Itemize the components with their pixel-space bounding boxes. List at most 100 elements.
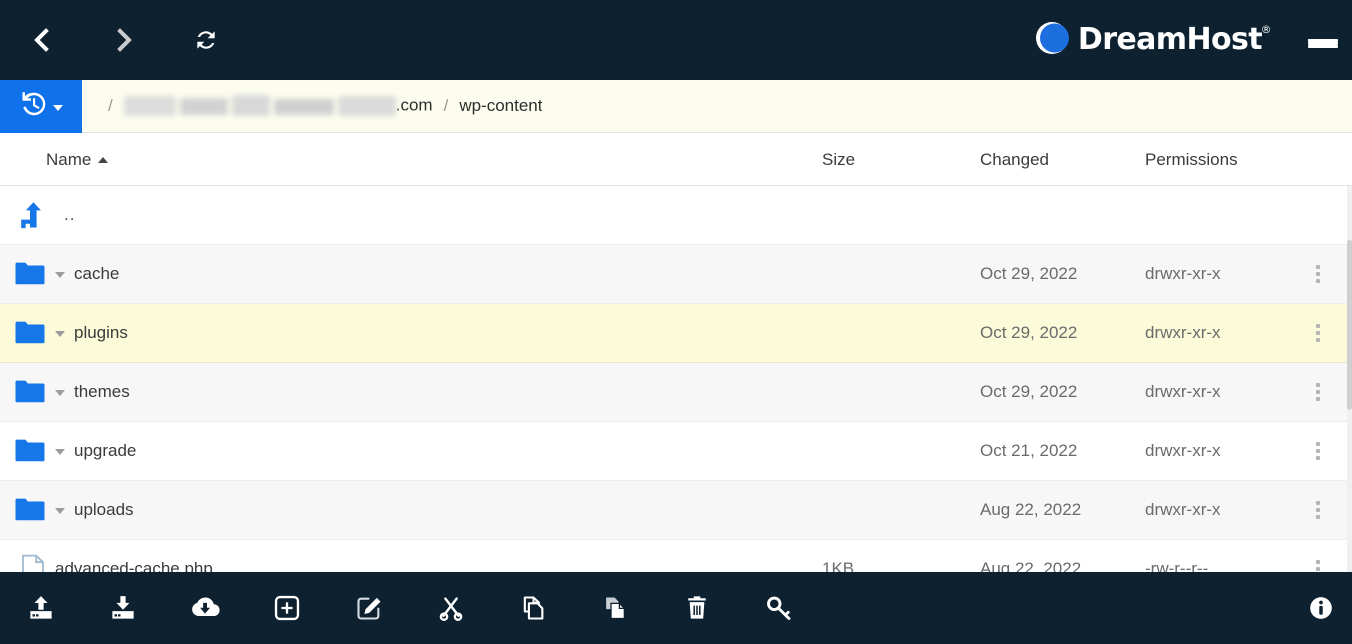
row-actions-menu-button[interactable] [1306,540,1330,573]
file-list[interactable]: .. cache Oct 29, 2022 drwxr-xr-x plugins Oct … [0,186,1352,572]
table-row[interactable]: upgrade Oct 21, 2022 drwxr-xr-x [0,422,1352,481]
file-permissions-label: drwxr-xr-x [1145,382,1221,401]
kebab-dot [1316,456,1320,460]
folder-icon [0,379,46,405]
breadcrumb-item-domain[interactable]: .com [123,95,433,117]
permissions-button[interactable] [738,572,820,644]
kebab-dot [1316,272,1320,276]
file-permissions-label: drwxr-xr-x [1145,323,1221,342]
folder-icon [0,261,46,287]
column-header-name[interactable]: Name [46,133,109,186]
file-changed-label: Oct 21, 2022 [980,441,1078,460]
kebab-dot [1316,338,1320,342]
scissors-icon [436,593,466,623]
chevron-right-icon [111,27,137,53]
file-permissions-label: -rw-r--r-- [1145,559,1209,572]
dreamhost-moon-icon [1035,21,1069,60]
file-changed-label: Aug 22, 2022 [980,500,1082,519]
chevron-left-icon [29,27,55,53]
file-changed-label: Oct 29, 2022 [980,264,1078,283]
row-menu-caret-icon[interactable] [55,331,65,337]
kebab-dot [1316,265,1320,269]
brand-name-text: DreamHost [1077,22,1263,57]
scrollbar-thumb[interactable] [1347,240,1352,410]
file-size-label: 1KB [822,559,855,572]
kebab-dot [1316,501,1320,505]
file-manager-app: DreamHost ® / .com / wp-content Name Siz… [0,0,1352,644]
row-menu-caret-icon[interactable] [55,272,65,278]
info-circle-icon [1308,595,1334,621]
parent-directory-row[interactable]: .. [0,186,1352,245]
file-changed-label: Aug 22, 2022 [980,559,1082,572]
registered-trademark-icon: ® [1260,23,1272,36]
delete-button[interactable] [656,572,738,644]
file-permissions-label: drwxr-xr-x [1145,264,1221,283]
breadcrumb-bar: / .com / wp-content [0,80,1352,133]
top-navigation-bar: DreamHost ® [0,0,1352,80]
file-changed-label: Oct 29, 2022 [980,323,1078,342]
cloud-fetch-button[interactable] [164,572,246,644]
file-table-header: Name Size Changed Permissions [0,133,1352,186]
row-menu-caret-icon[interactable] [55,508,65,514]
upload-button[interactable] [0,572,82,644]
kebab-dot [1316,390,1320,394]
refresh-icon [193,27,219,53]
download-button[interactable] [82,572,164,644]
cloud-download-icon [189,592,221,624]
file-icon [0,554,46,572]
breadcrumb-item-wp-content[interactable]: wp-content [459,96,542,116]
kebab-dot [1316,515,1320,519]
file-permissions-label: drwxr-xr-x [1145,441,1221,460]
history-restore-icon [19,89,49,124]
trash-icon [683,594,711,622]
row-actions-menu-button[interactable] [1306,422,1330,481]
column-header-changed[interactable]: Changed [980,133,1049,186]
edit-pencil-icon [355,594,383,622]
sort-ascending-icon [98,157,109,163]
table-row[interactable]: uploads Aug 22, 2022 drwxr-xr-x [0,481,1352,540]
file-permissions-label: drwxr-xr-x [1145,500,1221,519]
column-header-permissions[interactable]: Permissions [1145,133,1238,186]
row-menu-caret-icon[interactable] [55,449,65,455]
back-button[interactable] [10,0,74,80]
row-actions-menu-button[interactable] [1306,363,1330,422]
hamburger-menu-button[interactable] [1296,0,1350,80]
new-button[interactable] [246,572,328,644]
copy-button[interactable] [492,572,574,644]
parent-directory-label[interactable]: .. [46,205,1352,225]
kebab-dot [1316,279,1320,283]
table-row[interactable]: advanced-cache.php 1KB Aug 22, 2022 -rw-r--… [0,540,1352,572]
kebab-dot [1316,442,1320,446]
row-actions-menu-button[interactable] [1306,304,1330,363]
row-menu-caret-icon[interactable] [55,390,65,396]
redacted-domain-blur [123,95,396,117]
caret-down-icon [53,105,63,111]
plus-square-icon [273,594,301,622]
kebab-dot [1316,324,1320,328]
column-header-size[interactable]: Size [822,133,855,186]
dreamhost-wordmark: DreamHost ® [1077,22,1272,57]
table-row[interactable]: plugins Oct 29, 2022 drwxr-xr-x [0,304,1352,363]
edit-button[interactable] [328,572,410,644]
kebab-dot [1316,383,1320,387]
table-row[interactable]: cache Oct 29, 2022 drwxr-xr-x [0,245,1352,304]
file-list-scrollbar[interactable] [1347,186,1352,572]
forward-button[interactable] [92,0,156,80]
row-actions-menu-button[interactable] [1306,245,1330,304]
table-row[interactable]: themes Oct 29, 2022 drwxr-xr-x [0,363,1352,422]
breadcrumb-path: / .com / wp-content [82,80,542,132]
breadcrumb-separator: / [108,96,113,115]
row-actions-menu-button[interactable] [1306,481,1330,540]
bottom-toolbar [0,572,1352,644]
restore-backup-button[interactable] [0,80,82,133]
dreamhost-logo[interactable]: DreamHost ® [1035,21,1272,60]
column-header-name-label: Name [46,149,92,169]
refresh-button[interactable] [174,0,238,80]
folder-icon [0,497,46,523]
info-button[interactable] [1290,572,1352,644]
upload-icon [26,593,56,623]
cut-button[interactable] [410,572,492,644]
paste-button[interactable] [574,572,656,644]
copy-icon [519,594,547,622]
paste-icon [601,594,629,622]
